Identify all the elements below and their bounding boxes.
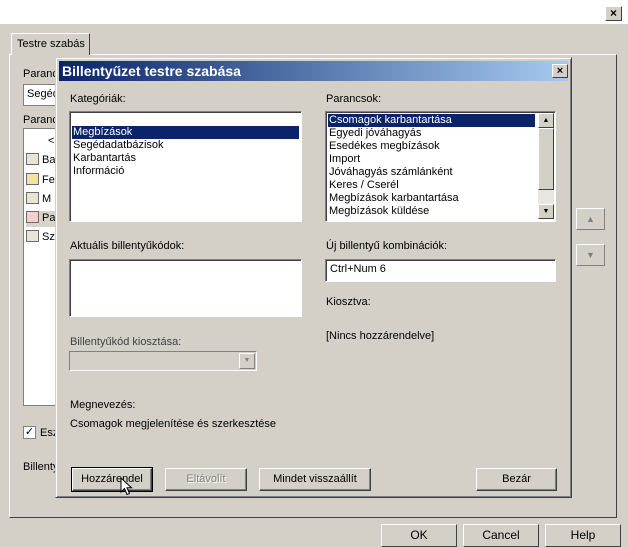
list-item[interactable]: Információ: [72, 165, 299, 178]
triangle-up-icon: ▲: [586, 214, 595, 224]
commands-label-partial: Paranc: [23, 68, 58, 80]
commands-label: Parancsok:: [326, 93, 382, 105]
dialog-close-button[interactable]: ×: [552, 64, 568, 78]
ok-button[interactable]: OK: [381, 524, 457, 547]
assign-key-dropdown[interactable]: ▼: [69, 351, 257, 371]
bank-icon: [26, 230, 39, 242]
new-key-label: Új billentyű kombinációk:: [326, 240, 448, 252]
option-checkbox[interactable]: ✓: [23, 426, 36, 439]
scroll-up-button[interactable]: ▲: [538, 113, 554, 128]
list-label-partial: Paranc: [23, 114, 58, 126]
categories-list[interactable]: Megbízások Segédadatbázisok Karbantartás…: [69, 111, 302, 222]
window-title-bar: [0, 0, 628, 24]
list-item[interactable]: [72, 113, 299, 126]
current-keys-list[interactable]: [69, 259, 302, 317]
new-key-input[interactable]: Ctrl+Num 6: [325, 259, 556, 282]
reset-all-button[interactable]: Mindet visszaállít: [259, 468, 371, 491]
mouse-cursor-icon: [120, 477, 133, 496]
dialog-title: Billentyűzet testre szabása: [62, 63, 241, 79]
tab-customize[interactable]: Testre szabás: [11, 33, 90, 55]
bank-icon: [26, 153, 39, 165]
triangle-down-icon: ▼: [542, 208, 550, 215]
list-item[interactable]: Egyedi jóváhagyás: [328, 127, 535, 140]
commands-list[interactable]: Csomagok karbantartása Egyedi jóváhagyás…: [325, 111, 556, 222]
scroll-down-button[interactable]: ▼: [538, 204, 554, 219]
scroll-thumb[interactable]: [538, 128, 554, 190]
assign-button[interactable]: Hozzárendel: [71, 467, 153, 492]
contact-card-icon: [26, 211, 39, 223]
triangle-down-icon: ▼: [586, 250, 595, 260]
document-icon: [26, 173, 39, 185]
list-item[interactable]: Megbízások: [72, 126, 299, 139]
current-keys-label: Aktuális billentyűkódok:: [70, 240, 185, 252]
description-label: Megnevezés:: [70, 399, 136, 411]
move-down-button[interactable]: ▼: [576, 244, 605, 266]
dialog-title-bar: Billentyűzet testre szabása ×: [59, 61, 568, 81]
list-item[interactable]: Karbantartás: [72, 152, 299, 165]
list-item[interactable]: Jóváhagyás számlánként: [328, 166, 535, 179]
dropdown-button[interactable]: ▼: [239, 353, 255, 369]
list-item[interactable]: Megbízások karbantartása: [328, 192, 535, 205]
description-value: Csomagok megjelenítése és szerkesztése: [70, 418, 277, 430]
close-button[interactable]: Bezár: [476, 468, 557, 491]
chevron-down-icon: ▼: [243, 357, 251, 364]
remove-button[interactable]: Eltávolít: [165, 468, 247, 491]
triangle-up-icon: ▲: [542, 117, 550, 124]
list-item[interactable]: Import: [328, 153, 535, 166]
building-icon: [26, 192, 39, 204]
categories-label: Kategóriák:: [70, 93, 126, 105]
keyboard-label-partial: Billenty: [23, 461, 59, 473]
keyboard-customize-dialog: Billentyűzet testre szabása × Kategóriák…: [55, 57, 572, 498]
assigned-to-label: Kiosztva:: [326, 296, 371, 308]
help-button[interactable]: Help: [545, 524, 621, 547]
cancel-button[interactable]: Cancel: [463, 524, 539, 547]
list-item[interactable]: Esedékes megbízások: [328, 140, 535, 153]
move-up-button[interactable]: ▲: [576, 208, 605, 230]
assign-key-label: Billentyűkód kiosztása:: [70, 336, 182, 348]
assigned-to-value: [Nincs hozzárendelve]: [326, 330, 435, 342]
list-item[interactable]: Segédadatbázisok: [72, 139, 299, 152]
list-item[interactable]: Megbízások küldése: [328, 205, 535, 218]
commands-scrollbar[interactable]: ▲ ▼: [538, 113, 554, 219]
window-close-button[interactable]: ×: [605, 6, 622, 21]
list-item[interactable]: Keres / Cserél: [328, 179, 535, 192]
list-item[interactable]: Csomagok karbantartása: [328, 114, 535, 127]
